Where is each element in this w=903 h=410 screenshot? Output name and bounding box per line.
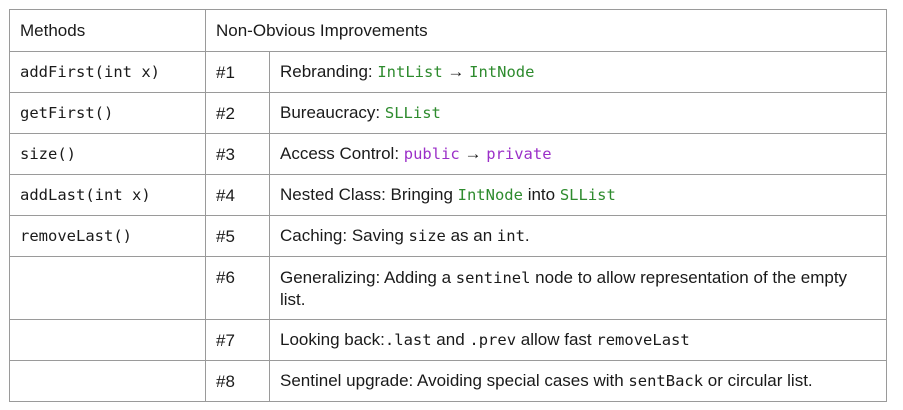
- class-name-code: IntNode: [469, 63, 535, 81]
- keyword-code: public: [403, 145, 460, 163]
- methods-header: Methods: [9, 9, 206, 52]
- improvement-description: Sentinel upgrade: Avoiding special cases…: [268, 360, 888, 402]
- improvement-description: Rebranding: IntList → IntNode: [268, 51, 888, 93]
- method-cell-empty: [9, 360, 206, 402]
- table-row: addFirst(int x) #1 Rebranding: IntList →…: [9, 51, 888, 93]
- improvement-number: #5: [205, 215, 270, 257]
- arrow-text: →: [459, 144, 487, 163]
- improvement-description: Access Control: public → private: [268, 133, 888, 175]
- description-text: Caching: Saving: [280, 226, 409, 245]
- description-text: as an: [445, 226, 497, 245]
- table-row: removeLast() #5 Caching: Saving size as …: [9, 215, 888, 257]
- description-text: and: [431, 330, 470, 349]
- class-name-code: IntNode: [457, 186, 523, 204]
- table-row: addLast(int x) #4 Nested Class: Bringing…: [9, 174, 888, 216]
- header-row: Methods Non-Obvious Improvements: [9, 9, 888, 52]
- description-text: or circular list.: [703, 371, 813, 390]
- description-text: Sentinel upgrade: Avoiding special cases…: [280, 371, 629, 390]
- improvement-number: #7: [205, 319, 270, 361]
- improvements-table: Methods Non-Obvious Improvements addFirs…: [9, 9, 888, 402]
- description-text: into: [522, 185, 560, 204]
- class-name-code: IntList: [377, 63, 443, 81]
- improvement-number: #4: [205, 174, 270, 216]
- method-cell-empty: [9, 319, 206, 361]
- improvement-number: #6: [205, 256, 270, 320]
- inline-code: size: [408, 227, 446, 245]
- inline-code: int: [496, 227, 525, 245]
- table-body: Methods Non-Obvious Improvements addFirs…: [9, 9, 888, 402]
- inline-code: sentBack: [628, 372, 704, 390]
- description-text: Looking back:: [280, 330, 385, 349]
- method-cell: addFirst(int x): [9, 51, 206, 93]
- class-name-code: SLList: [384, 104, 441, 122]
- improvement-number: #3: [205, 133, 270, 175]
- description-text: allow fast: [516, 330, 597, 349]
- improvement-description: Generalizing: Adding a sentinel node to …: [268, 256, 888, 320]
- table-row: #7 Looking back:.last and .prev allow fa…: [9, 319, 888, 361]
- improvement-number: #2: [205, 92, 270, 134]
- table-row: #6 Generalizing: Adding a sentinel node …: [9, 256, 888, 320]
- description-text: Generalizing: Adding a: [280, 268, 456, 287]
- description-text: Bureaucracy:: [280, 103, 385, 122]
- method-cell-empty: [9, 256, 206, 320]
- improvement-description: Bureaucracy: SLList: [268, 92, 888, 134]
- table-row: getFirst() #2 Bureaucracy: SLList: [9, 92, 888, 134]
- improvement-description: Nested Class: Bringing IntNode into SLLi…: [268, 174, 888, 216]
- improvement-number: #8: [205, 360, 270, 402]
- class-name-code: SLList: [559, 186, 616, 204]
- improvement-description: Looking back:.last and .prev allow fast …: [268, 319, 888, 361]
- table-row: size() #3 Access Control: public → priva…: [9, 133, 888, 175]
- method-cell: getFirst(): [9, 92, 206, 134]
- description-text: .: [524, 226, 530, 245]
- method-cell: size(): [9, 133, 206, 175]
- table-row: #8 Sentinel upgrade: Avoiding special ca…: [9, 360, 888, 402]
- keyword-code: private: [486, 145, 552, 163]
- arrow-text: →: [442, 62, 470, 81]
- improvement-number: #1: [205, 51, 270, 93]
- description-text: Nested Class: Bringing: [280, 185, 458, 204]
- slide: Methods Non-Obvious Improvements addFirs…: [0, 0, 903, 410]
- description-text: Rebranding:: [280, 62, 378, 81]
- inline-code: .last: [384, 331, 432, 349]
- inline-code: removeLast: [596, 331, 690, 349]
- description-text: Access Control:: [280, 144, 404, 163]
- inline-code: sentinel: [455, 269, 531, 287]
- method-cell: removeLast(): [9, 215, 206, 257]
- improvements-header: Non-Obvious Improvements: [204, 9, 888, 52]
- method-cell: addLast(int x): [9, 174, 206, 216]
- inline-code: .prev: [469, 331, 517, 349]
- improvement-description: Caching: Saving size as an int.: [268, 215, 888, 257]
